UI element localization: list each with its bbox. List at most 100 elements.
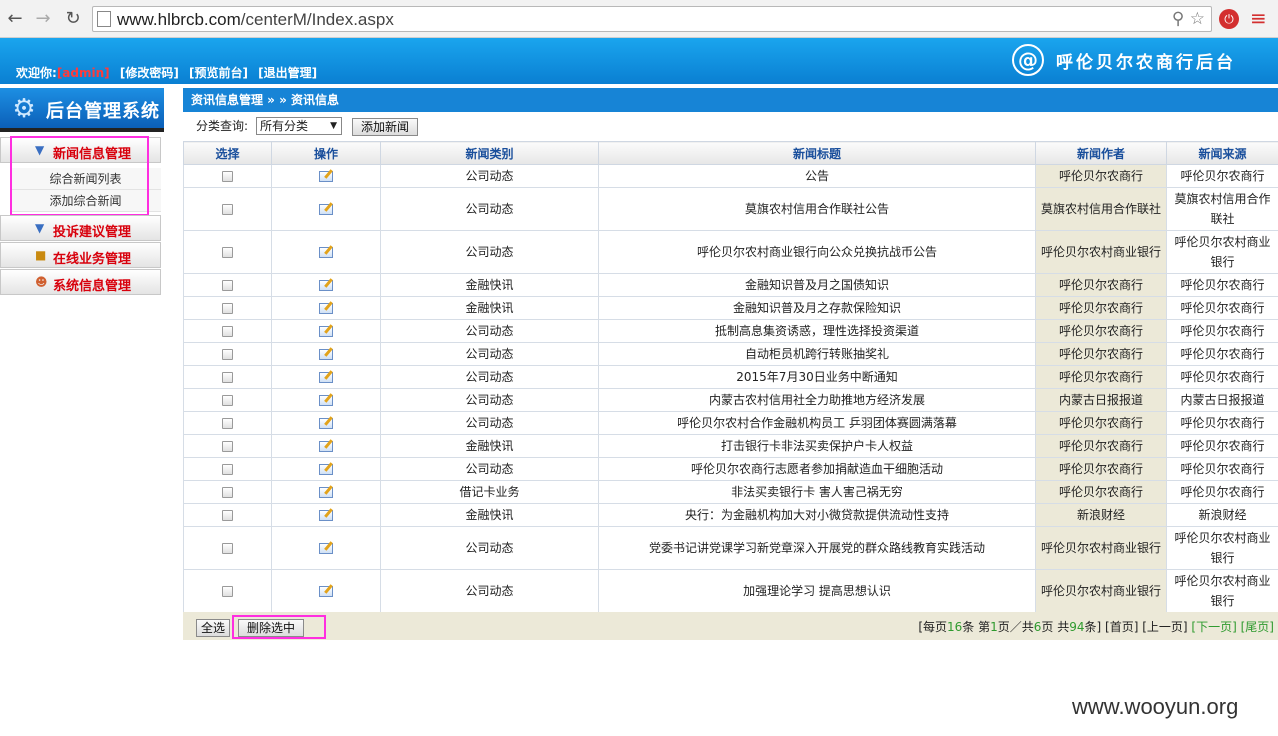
highlight-box-sidebar xyxy=(10,136,149,216)
address-bar[interactable]: www.hlbrcb.com/centerM/Index.aspx ⚲ ☆ xyxy=(92,6,1212,32)
edit-icon[interactable] xyxy=(319,441,333,452)
table-row: 公司动态 呼伦贝尔农村商业银行向公众兑换抗战币公告 呼伦贝尔农村商业银行 呼伦贝… xyxy=(183,230,1278,274)
cell-source: 呼伦贝尔农商行 xyxy=(1166,457,1278,481)
sidebar-item-label: 在线业务管理 xyxy=(53,252,132,267)
gear-icon: ⚙ xyxy=(12,94,36,124)
preview-frontend-link[interactable]: [预览前台] xyxy=(189,66,248,80)
row-checkbox[interactable] xyxy=(222,586,233,597)
business-icon: ■ xyxy=(35,248,47,262)
logout-link[interactable]: [退出管理] xyxy=(258,66,317,80)
cell-source: 莫旗农村信用合作联社 xyxy=(1166,187,1278,231)
cell-category: 金融快讯 xyxy=(380,296,599,320)
cell-title: 公告 xyxy=(598,164,1036,188)
row-checkbox[interactable] xyxy=(222,543,233,554)
row-checkbox[interactable] xyxy=(222,247,233,258)
extension-power-icon[interactable]: ⏻ xyxy=(1219,9,1239,29)
cell-author: 呼伦贝尔农村商业银行 xyxy=(1035,230,1167,274)
edit-icon[interactable] xyxy=(319,247,333,258)
cell-title: 自动柜员机跨行转账抽奖礼 xyxy=(598,342,1036,366)
cell-category: 公司动态 xyxy=(380,342,599,366)
table-row: 公司动态 呼伦贝尔农商行志愿者参加捐献造血干细胞活动 呼伦贝尔农商行 呼伦贝尔农… xyxy=(183,457,1278,481)
cell-category: 公司动态 xyxy=(380,526,599,570)
back-arrow-icon[interactable]: ← xyxy=(4,8,26,30)
edit-icon[interactable] xyxy=(319,395,333,406)
bookmark-star-icon[interactable]: ☆ xyxy=(1190,9,1205,29)
edit-icon[interactable] xyxy=(319,372,333,383)
cell-category: 公司动态 xyxy=(380,388,599,412)
sidebar-item-complaints[interactable]: ▼ 投诉建议管理 xyxy=(0,215,161,241)
cell-source: 呼伦贝尔农村商业银行 xyxy=(1166,569,1278,613)
cell-title: 党委书记讲党课学习新党章深入开展党的群众路线教育实践活动 xyxy=(598,526,1036,570)
cell-title: 2015年7月30日业务中断通知 xyxy=(598,365,1036,389)
cell-category: 公司动态 xyxy=(380,187,599,231)
cell-author: 呼伦贝尔农商行 xyxy=(1035,164,1167,188)
cell-title: 金融知识普及月之存款保险知识 xyxy=(598,296,1036,320)
browser-menu-icon[interactable]: ≡ xyxy=(1250,7,1267,29)
cell-category: 公司动态 xyxy=(380,164,599,188)
row-checkbox[interactable] xyxy=(222,303,233,314)
row-checkbox[interactable] xyxy=(222,418,233,429)
pager-first-link[interactable]: [首页] xyxy=(1105,620,1138,634)
row-checkbox[interactable] xyxy=(222,349,233,360)
edit-icon[interactable] xyxy=(319,464,333,475)
zoom-search-icon[interactable]: ⚲ xyxy=(1172,9,1184,29)
edit-icon[interactable] xyxy=(319,326,333,337)
cell-category: 公司动态 xyxy=(380,569,599,613)
reload-icon[interactable]: ↻ xyxy=(62,8,84,30)
row-checkbox[interactable] xyxy=(222,441,233,452)
sidebar-item-online-business[interactable]: ■ 在线业务管理 xyxy=(0,242,161,268)
chevron-down-icon: ▼ xyxy=(330,121,337,131)
row-checkbox[interactable] xyxy=(222,326,233,337)
pager-current-page: 1 xyxy=(990,620,998,634)
cell-category: 公司动态 xyxy=(380,457,599,481)
pager-prev-link[interactable]: [上一页] xyxy=(1142,620,1187,634)
brand-title: 呼伦贝尔农商行后台 xyxy=(1056,53,1236,73)
category-select[interactable]: 所有分类 ▼ xyxy=(256,117,342,135)
edit-icon[interactable] xyxy=(319,487,333,498)
cell-category: 借记卡业务 xyxy=(380,480,599,504)
cell-source: 内蒙古日报报道 xyxy=(1166,388,1278,412)
pager-next-link[interactable]: [下一页] xyxy=(1191,620,1236,634)
edit-icon[interactable] xyxy=(319,543,333,554)
row-checkbox[interactable] xyxy=(222,510,233,521)
cell-title: 莫旗农村信用合作联社公告 xyxy=(598,187,1036,231)
cell-source: 呼伦贝尔农商行 xyxy=(1166,273,1278,297)
edit-icon[interactable] xyxy=(319,586,333,597)
edit-icon[interactable] xyxy=(319,171,333,182)
select-all-button[interactable]: 全选 xyxy=(196,619,230,637)
table-row: 公司动态 内蒙古农村信用社全力助推地方经济发展 内蒙古日报报道 内蒙古日报报道 xyxy=(183,388,1278,412)
sidebar-item-system[interactable]: ☻ 系统信息管理 xyxy=(0,269,161,295)
table-row: 金融快讯 央行：为金融机构加大对小微贷款提供流动性支持 新浪财经 新浪财经 xyxy=(183,503,1278,527)
row-checkbox[interactable] xyxy=(222,487,233,498)
edit-icon[interactable] xyxy=(319,280,333,291)
row-checkbox[interactable] xyxy=(222,171,233,182)
table-row: 公司动态 党委书记讲党课学习新党章深入开展党的群众路线教育实践活动 呼伦贝尔农村… xyxy=(183,526,1278,570)
table-row: 公司动态 呼伦贝尔农村合作金融机构员工 乒羽团体赛圆满落幕 呼伦贝尔农商行 呼伦… xyxy=(183,411,1278,435)
add-news-button[interactable]: 添加新闻 xyxy=(352,118,418,136)
row-checkbox[interactable] xyxy=(222,204,233,215)
cell-author: 呼伦贝尔农商行 xyxy=(1035,434,1167,458)
forward-arrow-icon[interactable]: → xyxy=(32,8,54,30)
change-password-link[interactable]: [修改密码] xyxy=(120,66,179,80)
cell-category: 金融快讯 xyxy=(380,503,599,527)
app-header: 欢迎你:[admin] [修改密码] [预览前台] [退出管理] @ 呼伦贝尔农… xyxy=(0,38,1278,84)
edit-icon[interactable] xyxy=(319,303,333,314)
table-row: 公司动态 2015年7月30日业务中断通知 呼伦贝尔农商行 呼伦贝尔农商行 xyxy=(183,365,1278,389)
cell-category: 金融快讯 xyxy=(380,273,599,297)
sidebar-title: ⚙ 后台管理系统 xyxy=(0,88,164,132)
edit-icon[interactable] xyxy=(319,418,333,429)
row-checkbox[interactable] xyxy=(222,464,233,475)
row-checkbox[interactable] xyxy=(222,395,233,406)
row-checkbox[interactable] xyxy=(222,280,233,291)
highlight-box-delete xyxy=(232,615,326,639)
pager-per-page: 16 xyxy=(947,620,963,634)
row-checkbox[interactable] xyxy=(222,372,233,383)
page-icon xyxy=(97,11,111,27)
browser-toolbar: ← → ↻ www.hlbrcb.com/centerM/Index.aspx … xyxy=(0,0,1278,38)
edit-icon[interactable] xyxy=(319,204,333,215)
edit-icon[interactable] xyxy=(319,510,333,521)
pager-last-link[interactable]: [尾页] xyxy=(1241,620,1274,634)
edit-icon[interactable] xyxy=(319,349,333,360)
table-row: 借记卡业务 非法买卖银行卡 害人害己祸无穷 呼伦贝尔农商行 呼伦贝尔农商行 xyxy=(183,480,1278,504)
cell-category: 公司动态 xyxy=(380,411,599,435)
